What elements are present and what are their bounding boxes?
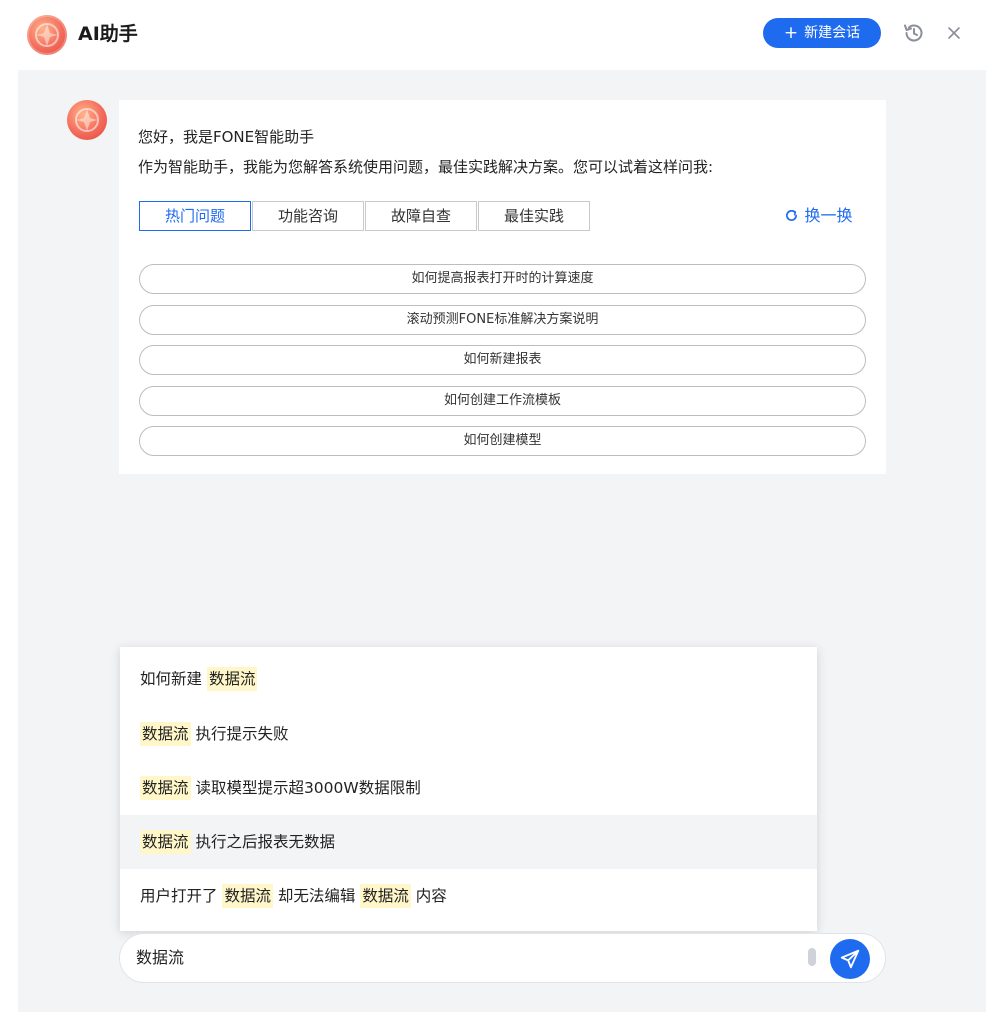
suggestion-text: 读取模型提示超3000W数据限制: [190, 779, 421, 797]
suggestion-item[interactable]: 数据流 执行之后报表无数据: [120, 815, 817, 869]
suggestion-keyword-highlight: 数据流: [140, 830, 191, 854]
refresh-icon: [785, 209, 802, 225]
question-tabs: 热门问题 功能咨询 故障自查 最佳实践: [139, 201, 591, 231]
app-logo-icon: [27, 15, 67, 55]
question-item[interactable]: 滚动预测FONE标准解决方案说明: [139, 304, 866, 335]
refresh-label: 换一换: [804, 206, 853, 225]
message-input-bar: 数据流: [119, 933, 886, 983]
suggestion-keyword-highlight: 数据流: [140, 722, 191, 746]
suggestion-keyword-highlight: 数据流: [206, 667, 258, 691]
welcome-card: 您好，我是FONE智能助手 作为智能助手，我能为您解答系统使用问题，最佳实践解决…: [119, 100, 886, 474]
suggestion-text: 内容: [410, 887, 447, 905]
question-item[interactable]: 如何创建工作流模板: [139, 385, 866, 416]
suggestion-keyword-highlight: 数据流: [360, 884, 411, 908]
new-chat-label: 新建会话: [804, 25, 861, 41]
suggestion-text: 执行提示失败: [190, 725, 289, 743]
message-input[interactable]: 数据流: [136, 934, 786, 982]
suggestion-item[interactable]: 数据流 执行提示失败: [120, 707, 817, 761]
question-list: 如何提高报表打开时的计算速度 滚动预测FONE标准解决方案说明 如何新建报表 如…: [139, 264, 866, 467]
history-icon[interactable]: [902, 21, 926, 45]
suggestion-keyword-highlight: 数据流: [222, 884, 273, 908]
suggestion-text: 用户打开了: [140, 887, 223, 905]
tab-hot-questions[interactable]: 热门问题: [139, 201, 251, 231]
send-icon: [840, 949, 860, 969]
question-item[interactable]: 如何新建报表: [139, 345, 866, 375]
suggestion-text: 如何新建: [140, 670, 207, 688]
plus-icon: +: [783, 23, 799, 43]
suggestion-item[interactable]: 数据流 读取模型提示超3000W数据限制: [120, 761, 817, 815]
suggestion-text: 却无法编辑: [272, 887, 361, 905]
app-header: AI助手 + 新建会话: [0, 0, 1006, 66]
suggestion-item[interactable]: 用户打开了 数据流 却无法编辑 数据流 内容: [120, 869, 817, 923]
question-item[interactable]: 如何提高报表打开时的计算速度: [139, 264, 866, 294]
chat-area: 您好，我是FONE智能助手 作为智能助手，我能为您解答系统使用问题，最佳实践解决…: [18, 70, 986, 1012]
refresh-button[interactable]: 换一换: [785, 205, 852, 228]
tab-feature-consult[interactable]: 功能咨询: [252, 201, 364, 231]
tab-fault-selfcheck[interactable]: 故障自查: [365, 201, 477, 231]
send-button[interactable]: [830, 939, 870, 979]
bot-avatar-icon: [67, 100, 107, 140]
question-item[interactable]: 如何创建模型: [139, 426, 866, 456]
welcome-intro: 作为智能助手，我能为您解答系统使用问题，最佳实践解决方案。您可以试着这样问我:: [138, 158, 714, 176]
new-chat-button[interactable]: + 新建会话: [763, 18, 881, 48]
suggestion-dropdown: 如何新建 数据流 数据流 执行提示失败 数据流 读取模型提示超3000W数据限制…: [120, 647, 817, 931]
tab-best-practice[interactable]: 最佳实践: [478, 201, 590, 231]
welcome-greeting: 您好，我是FONE智能助手: [138, 128, 315, 146]
suggestion-keyword-highlight: 数据流: [140, 776, 191, 800]
suggestion-text: 执行之后报表无数据: [190, 833, 335, 851]
suggestion-item[interactable]: 如何新建 数据流: [120, 647, 817, 707]
app-title: AI助手: [78, 23, 138, 45]
voice-input-icon[interactable]: [808, 948, 816, 966]
close-icon[interactable]: [944, 23, 964, 43]
